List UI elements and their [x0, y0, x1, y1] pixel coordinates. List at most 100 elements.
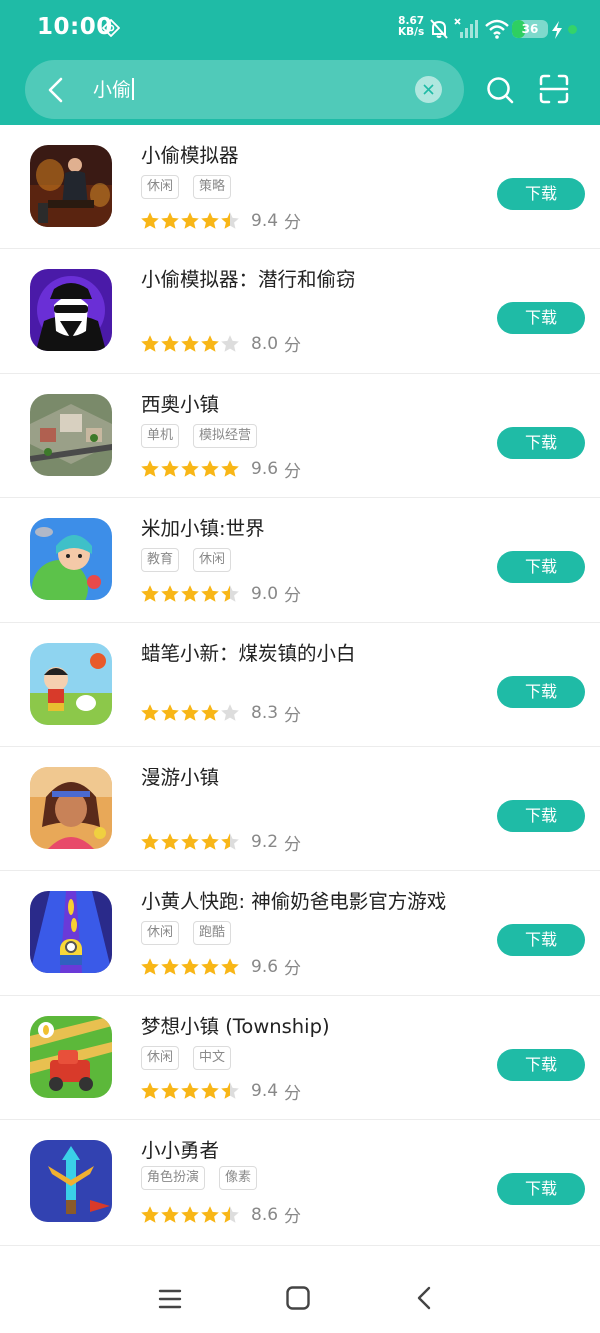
download-button[interactable]: 下载 [497, 799, 585, 832]
score-unit: 分 [284, 959, 302, 980]
scan-icon[interactable] [539, 74, 569, 104]
download-button[interactable]: 下载 [497, 1048, 585, 1081]
app-score: 9.6 [251, 956, 279, 977]
clear-search-button[interactable] [415, 76, 442, 103]
app-name[interactable]: 小小勇者 [141, 1134, 219, 1163]
download-button[interactable]: 下载 [497, 551, 585, 584]
star-full-icon [141, 958, 159, 975]
score-unit: 分 [284, 586, 302, 607]
app-name[interactable]: 米加小镇:世界 [141, 512, 265, 541]
app-icon-township[interactable] [30, 1015, 112, 1098]
back-icon[interactable] [414, 1284, 436, 1312]
star-full-icon [161, 584, 179, 602]
app-name[interactable]: 小黄人快跑: 神偷奶爸电影官方游戏 [141, 885, 446, 914]
app-score: 9.2 [251, 832, 279, 853]
menu-icon[interactable] [158, 1288, 182, 1310]
star-full-icon [181, 584, 199, 602]
app-list-item[interactable]: 小黄人快跑: 神偷奶爸电影官方游戏 休闲 跑酷 9.6 分 下载 [0, 871, 600, 996]
app-icon-crayon-shinchan[interactable] [30, 642, 112, 725]
app-icon-theotown[interactable] [30, 393, 112, 476]
app-name[interactable]: 梦想小镇 (Township) [141, 1010, 330, 1039]
app-name[interactable]: 小偷模拟器：潜行和偷窃 [141, 263, 356, 292]
app-tags: 休闲 中文 [141, 1045, 245, 1070]
app-icon-thief-simulator[interactable] [30, 145, 112, 227]
clear-icon [423, 84, 434, 95]
app-list-item[interactable]: 小偷模拟器：潜行和偷窃 8.0 分 下载 [0, 249, 600, 374]
score-unit: 分 [284, 1083, 302, 1104]
net-speed-unit: KB/s [398, 26, 425, 38]
app-list-item[interactable]: 西奥小镇 单机 模拟经营 9.6 分 下载 [0, 374, 600, 499]
app-rating: 9.6 分 [140, 457, 301, 482]
download-button[interactable]: 下载 [497, 675, 585, 708]
app-name[interactable]: 蜡笔小新：煤炭镇的小白 [141, 637, 356, 666]
star-full-icon [161, 1082, 179, 1100]
star-full-icon [141, 1205, 159, 1223]
back-arrow-icon[interactable] [44, 76, 68, 104]
wifi-icon [485, 19, 509, 39]
download-button[interactable]: 下载 [497, 924, 585, 957]
app-name[interactable]: 小偷模拟器 [141, 139, 239, 168]
download-button[interactable]: 下载 [497, 178, 585, 210]
score-unit: 分 [284, 213, 302, 233]
app-icon-minion-rush[interactable] [30, 891, 112, 974]
star-full-icon [141, 704, 159, 721]
app-list-item[interactable]: 米加小镇:世界 教育 休闲 9.0 分 下载 [0, 498, 600, 623]
star-full-icon [161, 211, 179, 229]
app-icon-thief-simulator-sneak[interactable] [30, 269, 112, 352]
star-full-icon [201, 704, 219, 721]
battery-level: 36 [521, 22, 539, 36]
score-unit: 分 [284, 705, 302, 726]
star-rating [140, 211, 240, 231]
app-tag: 中文 [193, 1045, 232, 1070]
app-rating: 9.2 分 [140, 830, 301, 855]
system-nav-bar [0, 1262, 600, 1333]
search-box[interactable] [25, 60, 464, 119]
star-full-icon [181, 211, 199, 229]
app-tag: 模拟经营 [193, 423, 258, 448]
app-score: 9.4 [251, 1081, 279, 1102]
star-full-icon [141, 1082, 159, 1100]
star-full-icon [161, 460, 179, 478]
app-rating: 8.6 分 [140, 1202, 301, 1227]
home-icon[interactable] [285, 1285, 311, 1311]
star-rating [140, 957, 240, 977]
app-tag: 休闲 [141, 921, 180, 946]
search-icon[interactable] [486, 76, 514, 104]
download-button[interactable]: 下载 [497, 1173, 585, 1206]
star-full-icon [141, 211, 159, 229]
app-score: 9.4 [251, 210, 279, 231]
star-full-icon [181, 1205, 199, 1223]
app-tag: 休闲 [193, 548, 232, 573]
star-full-icon [181, 958, 199, 975]
score-unit: 分 [284, 834, 302, 855]
star-full-icon [181, 1082, 199, 1100]
charging-bolt-icon [552, 21, 562, 39]
download-button[interactable]: 下载 [497, 302, 585, 335]
app-score: 8.6 [251, 1204, 279, 1225]
star-half-icon [221, 584, 239, 602]
app-name[interactable]: 西奥小镇 [141, 388, 219, 417]
star-full-icon [161, 958, 179, 975]
star-rating [140, 1081, 240, 1101]
star-full-icon [161, 833, 179, 851]
search-input[interactable]: 小偷 [93, 77, 134, 103]
app-tags: 教育 休闲 [141, 548, 245, 573]
app-icon-tiny-hero[interactable] [30, 1140, 112, 1223]
app-list-item[interactable]: 漫游小镇 9.2 分 下载 [0, 747, 600, 872]
download-button[interactable]: 下载 [497, 426, 585, 459]
app-icon-miga-town[interactable] [30, 518, 112, 601]
app-score: 9.0 [251, 583, 279, 604]
app-icon-wander-town[interactable] [30, 766, 112, 849]
app-list-item[interactable]: 小偷模拟器 休闲 策略 9.4 分 下载 [0, 125, 600, 250]
app-tag: 跑酷 [193, 921, 232, 946]
star-full-icon [201, 1205, 219, 1223]
net-speed: 8.67 KB/s [398, 16, 424, 38]
app-tag: 休闲 [141, 175, 180, 199]
app-tags: 角色扮演 像素 [141, 1166, 271, 1191]
app-name[interactable]: 漫游小镇 [141, 761, 219, 790]
star-full-icon [181, 833, 199, 851]
star-rating [140, 584, 240, 604]
app-list-item[interactable]: 梦想小镇 (Township) 休闲 中文 9.4 分 下载 [0, 996, 600, 1121]
app-list-item[interactable]: 蜡笔小新：煤炭镇的小白 8.3 分 下载 [0, 623, 600, 747]
app-list-item[interactable]: 小小勇者 角色扮演 像素 8.6 分 下载 [0, 1120, 600, 1247]
